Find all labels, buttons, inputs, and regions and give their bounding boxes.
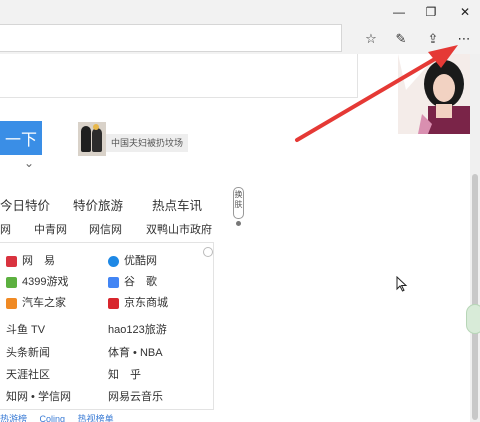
site-link[interactable]: 天涯社区 (6, 367, 50, 383)
mouse-cursor-icon (396, 276, 408, 292)
bottom-link[interactable]: 热游榜 (0, 414, 27, 422)
side-float-button[interactable] (466, 304, 480, 334)
news-thumbnail[interactable] (78, 122, 106, 156)
maximize-button[interactable]: ❐ (416, 0, 446, 24)
favorite-button[interactable]: ☆ (360, 28, 382, 50)
scrollbar-thumb[interactable] (472, 174, 478, 420)
site-label: 4399游戏 (22, 276, 69, 288)
site-link[interactable]: hao123旅游 (108, 322, 167, 338)
site-label: 谷 歌 (124, 276, 157, 288)
sub-link[interactable]: 网 (0, 220, 11, 240)
maximize-icon: ❐ (425, 5, 437, 19)
figure-shape (93, 124, 99, 130)
figure-shape (92, 128, 102, 152)
news-caption[interactable]: 中国夫妇被扔坟场 (106, 134, 188, 152)
share-button[interactable]: ⇪ (422, 28, 444, 50)
pen-icon: ✎ (395, 31, 407, 46)
site-link[interactable]: 知网 • 学信网 (6, 389, 71, 405)
4399-icon (6, 276, 17, 288)
web-notes-button[interactable]: ✎ (390, 28, 412, 50)
more-menu-button[interactable]: ⋯ (453, 28, 475, 50)
sub-link[interactable]: 中青网 (34, 220, 67, 240)
sub-link[interactable]: 双鸭山市政府 (146, 220, 212, 240)
bottom-link[interactable]: Coling (40, 414, 66, 422)
title-bar: — ❐ ✕ (0, 0, 480, 24)
figure-shape (81, 126, 91, 152)
address-bar[interactable] (0, 24, 342, 52)
site-link[interactable]: 斗鱼 TV (6, 322, 45, 338)
jd-icon (108, 297, 119, 309)
sub-link[interactable]: 网信网 (89, 220, 122, 240)
hot-link[interactable]: 特价旅游 (73, 194, 123, 218)
site-link[interactable]: 头条新闻 (6, 345, 50, 361)
hot-link[interactable]: 热点车讯 (152, 194, 202, 218)
site-link-netease[interactable]: 网 易 (6, 253, 55, 269)
chevron-down-icon[interactable]: ⌄ (24, 156, 34, 170)
skin-pin-dot (236, 221, 241, 226)
bottom-link-row: 热游榜 Coling 热视榜单 (0, 412, 215, 422)
bottom-link[interactable]: 热视榜单 (78, 414, 114, 422)
google-icon (108, 276, 119, 288)
photo-illustration (398, 54, 470, 134)
site-link-4399[interactable]: 4399游戏 (6, 274, 68, 290)
site-link-autohome[interactable]: 汽车之家 (6, 295, 66, 311)
site-link[interactable]: 网易云音乐 (108, 389, 163, 405)
site-label: 网 易 (22, 255, 55, 267)
change-skin-button[interactable]: 换肤 (233, 187, 244, 219)
search-box-area[interactable] (0, 54, 358, 98)
site-label: 京东商城 (124, 297, 168, 309)
more-icon: ⋯ (457, 31, 471, 46)
site-link[interactable]: 体育 • NBA (108, 345, 163, 361)
site-link[interactable]: 知 乎 (108, 367, 141, 383)
hot-link[interactable]: 今日特价 (0, 194, 50, 218)
autohome-icon (6, 297, 17, 309)
close-button[interactable]: ✕ (450, 0, 480, 24)
close-icon: ✕ (459, 5, 471, 19)
search-button[interactable]: 一下 (0, 121, 42, 155)
site-label: 优酷网 (124, 255, 157, 267)
share-icon: ⇪ (427, 31, 439, 46)
site-link-jd[interactable]: 京东商城 (108, 295, 168, 311)
celebrity-photo[interactable] (398, 54, 470, 134)
youku-icon (108, 255, 119, 267)
site-link-google[interactable]: 谷 歌 (108, 274, 157, 290)
star-icon: ☆ (365, 31, 377, 46)
site-label: 汽车之家 (22, 297, 66, 309)
netease-icon (6, 255, 17, 267)
site-link-youku[interactable]: 优酷网 (108, 253, 157, 269)
gear-icon[interactable] (203, 247, 213, 257)
minimize-icon: — (393, 5, 405, 19)
minimize-button[interactable]: — (384, 0, 414, 24)
vertical-scrollbar[interactable] (470, 54, 480, 422)
